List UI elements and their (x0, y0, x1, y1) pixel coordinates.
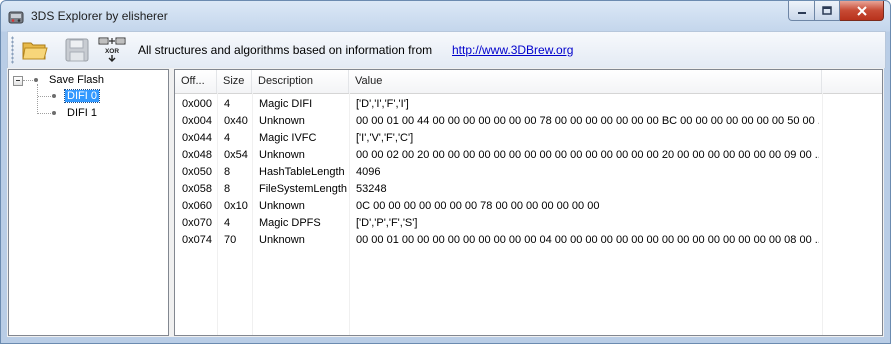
toolbar: XOR All structures and algorithms based … (7, 31, 886, 68)
window-title: 3DS Explorer by elisherer (31, 9, 168, 23)
cell-description: Magic DIFI (259, 98, 313, 110)
title-bar[interactable]: 3DS Explorer by elisherer (1, 1, 890, 31)
table-row[interactable]: 0x048 0x54 Unknown 00 00 02 00 20 00 00 00 … (175, 147, 882, 164)
caption-buttons (788, 1, 884, 21)
cell-description: Unknown (259, 234, 305, 246)
table-row[interactable]: 0x070 4 Magic DPFS ['D','P','F','S'] (175, 215, 882, 232)
table-row[interactable]: 0x004 0x40 Unknown 00 00 01 00 44 00 00 00 … (175, 113, 882, 130)
cell-value: ['I','V','F','C'] (356, 132, 414, 144)
cell-offset: 0x004 (182, 115, 212, 127)
cell-value: 00 00 01 00 00 00 00 00 00 00 00 00 04 0… (356, 234, 819, 246)
close-icon (856, 5, 867, 16)
cell-offset: 0x058 (182, 183, 212, 195)
column-header-value[interactable]: Value (349, 70, 822, 93)
tree-node-icon (34, 78, 38, 82)
open-button[interactable] (20, 35, 50, 65)
table-row[interactable]: 0x000 4 Magic DIFI ['D','I','F','I'] (175, 96, 882, 113)
structure-list[interactable]: Off... Size Description Value 0x000 4 Magi… (174, 69, 883, 336)
table-row[interactable]: 0x050 8 HashTableLength 4096 (175, 164, 882, 181)
structure-tree[interactable]: Save Flash DIFI 0 DIFI 1 (8, 69, 169, 336)
cell-value: 00 00 01 00 44 00 00 00 00 00 00 00 78 0… (356, 115, 819, 127)
cell-description: FileSystemLength (259, 183, 348, 195)
minimize-icon (797, 11, 806, 14)
cell-offset: 0x074 (182, 234, 212, 246)
cell-size: 70 (224, 234, 237, 246)
save-button[interactable] (62, 35, 92, 65)
cell-value: ['D','I','F','I'] (356, 98, 409, 110)
table-row[interactable]: 0x058 8 FileSystemLength 53248 (175, 181, 882, 198)
cell-offset: 0x048 (182, 149, 212, 161)
cell-offset: 0x044 (182, 132, 212, 144)
xor-tool-button[interactable]: XOR (97, 35, 127, 65)
cell-offset: 0x070 (182, 217, 212, 229)
cell-description: Unknown (259, 149, 305, 161)
tree-item-difi-1[interactable]: DIFI 1 (67, 105, 97, 121)
cell-size: 4 (224, 98, 231, 110)
3dbrew-link[interactable]: http://www.3DBrew.org (452, 43, 573, 57)
collapse-icon[interactable] (13, 76, 23, 86)
cell-offset: 0x060 (182, 200, 212, 212)
cell-offset: 0x000 (182, 98, 212, 110)
tree-connector (38, 113, 51, 115)
cell-offset: 0x050 (182, 166, 212, 178)
cell-description: HashTableLength (259, 166, 345, 178)
table-row[interactable]: 0x044 4 Magic IVFC ['I','V','F','C'] (175, 130, 882, 147)
tree-node-icon (52, 111, 56, 115)
app-icon (8, 9, 24, 25)
tree-item-label: DIFI 0 (64, 89, 100, 103)
maximize-button[interactable] (815, 1, 840, 21)
cell-size: 0x10 (224, 200, 248, 212)
cell-description: Magic IVFC (259, 132, 317, 144)
close-button[interactable] (840, 1, 884, 21)
tree-item-save-flash[interactable]: Save Flash (49, 72, 104, 88)
tree-connector (38, 96, 51, 98)
cell-size: 0x54 (224, 149, 248, 161)
cell-value: 4096 (356, 166, 381, 178)
cell-size: 0x40 (224, 115, 248, 127)
table-row[interactable]: 0x074 70 Unknown 00 00 01 00 00 00 00 00 00… (175, 232, 882, 249)
column-header-size[interactable]: Size (217, 70, 252, 93)
cell-description: Magic DPFS (259, 217, 321, 229)
xor-label: XOR (105, 48, 119, 55)
cell-value: 0C 00 00 00 00 00 00 00 78 00 00 00 00 0… (356, 200, 600, 212)
info-text: All structures and algorithms based on i… (138, 43, 433, 57)
tree-connector (23, 80, 33, 82)
column-header-offset[interactable]: Off... (175, 70, 217, 93)
toolbar-grip[interactable] (11, 36, 14, 64)
cell-size: 4 (224, 132, 231, 144)
floppy-disk-icon (65, 38, 89, 62)
tree-item-difi-0[interactable]: DIFI 0 (64, 88, 100, 104)
tree-item-label: DIFI 1 (67, 107, 97, 119)
folder-open-icon (22, 42, 48, 60)
column-header-description[interactable]: Description (252, 70, 349, 93)
table-row[interactable]: 0x060 0x10 Unknown 0C 00 00 00 00 00 00 00 … (175, 198, 882, 215)
maximize-icon (822, 5, 832, 15)
cell-size: 4 (224, 217, 231, 229)
minimize-button[interactable] (788, 1, 815, 21)
cell-value: 53248 (356, 183, 387, 195)
list-header: Off... Size Description Value (175, 70, 882, 94)
xor-tool-icon: XOR (98, 37, 126, 62)
tree-node-icon (52, 94, 56, 98)
cell-value: ['D','P','F','S'] (356, 217, 418, 229)
cell-value: 00 00 02 00 20 00 00 00 00 00 00 00 00 0… (356, 149, 819, 161)
cell-size: 8 (224, 183, 231, 195)
app-window: 3DS Explorer by elisherer XOR All struct… (0, 0, 891, 344)
tree-item-label: Save Flash (49, 74, 105, 86)
cell-size: 8 (224, 166, 231, 178)
cell-description: Unknown (259, 115, 305, 127)
cell-description: Unknown (259, 200, 305, 212)
main-area: Save Flash DIFI 0 DIFI 1 Off... Size Des… (7, 68, 884, 337)
tree-connector (37, 84, 39, 114)
